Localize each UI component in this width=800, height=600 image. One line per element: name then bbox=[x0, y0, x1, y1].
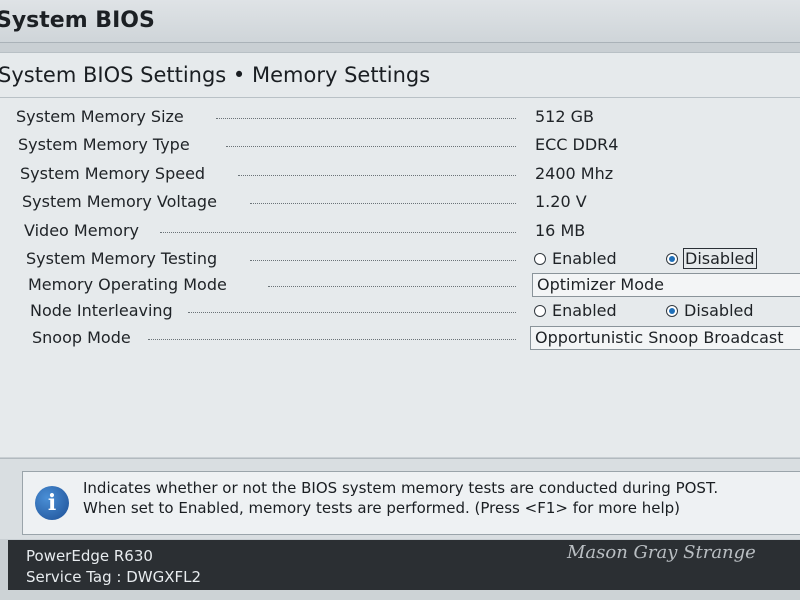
memory-voltage-label: System Memory Voltage bbox=[22, 192, 217, 211]
leader-dots bbox=[226, 146, 516, 147]
leader-dots bbox=[188, 312, 516, 313]
breadcrumb: System BIOS Settings • Memory Settings bbox=[0, 63, 431, 87]
leader-dots bbox=[216, 118, 516, 119]
row-memory-size: System Memory Size 512 GB bbox=[16, 105, 800, 129]
video-memory-value: 16 MB bbox=[535, 221, 586, 240]
radio-label: Disabled bbox=[684, 301, 754, 320]
memory-speed-value: 2400 Mhz bbox=[535, 164, 614, 183]
info-icon: i bbox=[35, 486, 69, 520]
radio-selected-icon bbox=[666, 304, 678, 317]
operating-mode-label: Memory Operating Mode bbox=[28, 275, 227, 294]
help-box: i Indicates whether or not the BIOS syst… bbox=[22, 471, 800, 535]
node-interleaving-disabled-radio[interactable]: Disabled bbox=[666, 299, 754, 323]
service-tag: Service Tag : DWGXFL2 bbox=[26, 568, 201, 586]
leader-dots bbox=[250, 203, 516, 204]
leader-dots bbox=[250, 260, 516, 261]
memory-size-label: System Memory Size bbox=[16, 107, 184, 126]
node-interleaving-enabled-radio[interactable]: Enabled bbox=[534, 299, 617, 323]
memory-size-value: 512 GB bbox=[535, 107, 594, 126]
help-line-2: When set to Enabled, memory tests are pe… bbox=[83, 499, 681, 517]
leader-dots bbox=[238, 175, 516, 176]
help-area: i Indicates whether or not the BIOS syst… bbox=[0, 458, 800, 539]
row-memory-type: System Memory Type ECC DDR4 bbox=[16, 133, 800, 157]
leader-dots bbox=[148, 339, 516, 340]
memory-testing-label: System Memory Testing bbox=[26, 249, 218, 268]
row-operating-mode: Memory Operating Mode Optimizer Mode bbox=[16, 273, 800, 297]
radio-selected-icon bbox=[666, 252, 678, 265]
memory-type-label: System Memory Type bbox=[18, 135, 190, 154]
title-bar: System BIOS bbox=[0, 0, 800, 43]
radio-unselected-icon bbox=[534, 304, 546, 317]
memory-testing-enabled-radio[interactable]: Enabled bbox=[534, 247, 617, 271]
row-memory-speed: System Memory Speed 2400 Mhz bbox=[16, 162, 800, 186]
memory-speed-label: System Memory Speed bbox=[20, 164, 206, 183]
system-model: PowerEdge R630 bbox=[26, 547, 153, 565]
row-video-memory: Video Memory 16 MB bbox=[16, 219, 800, 243]
help-text: Indicates whether or not the BIOS system… bbox=[83, 478, 718, 518]
operating-mode-select[interactable]: Optimizer Mode bbox=[532, 273, 800, 297]
divider bbox=[0, 97, 800, 98]
radio-unselected-icon bbox=[534, 252, 546, 265]
row-memory-testing: System Memory Testing Enabled Disabled bbox=[16, 247, 800, 271]
memory-type-value: ECC DDR4 bbox=[535, 135, 619, 154]
row-snoop-mode: Snoop Mode Opportunistic Snoop Broadcast bbox=[16, 326, 800, 350]
window-title: System BIOS bbox=[0, 8, 155, 33]
radio-label: Enabled bbox=[552, 249, 617, 268]
watermark: Mason Gray Strange bbox=[567, 542, 756, 563]
video-memory-label: Video Memory bbox=[24, 221, 139, 240]
bottom-strip bbox=[0, 590, 800, 600]
radio-label: Enabled bbox=[552, 301, 617, 320]
row-memory-voltage: System Memory Voltage 1.20 V bbox=[16, 190, 800, 214]
snoop-mode-label: Snoop Mode bbox=[32, 328, 131, 347]
leader-dots bbox=[268, 286, 516, 287]
node-interleaving-label: Node Interleaving bbox=[30, 301, 173, 320]
memory-testing-disabled-radio[interactable]: Disabled bbox=[666, 247, 757, 271]
snoop-mode-select[interactable]: Opportunistic Snoop Broadcast bbox=[530, 326, 800, 350]
leader-dots bbox=[160, 232, 516, 233]
settings-panel: System BIOS Settings • Memory Settings S… bbox=[0, 52, 800, 457]
help-line-1: Indicates whether or not the BIOS system… bbox=[83, 479, 719, 497]
memory-voltage-value: 1.20 V bbox=[535, 192, 587, 211]
radio-label: Disabled bbox=[683, 248, 757, 269]
row-node-interleaving: Node Interleaving Enabled Disabled bbox=[16, 299, 800, 323]
